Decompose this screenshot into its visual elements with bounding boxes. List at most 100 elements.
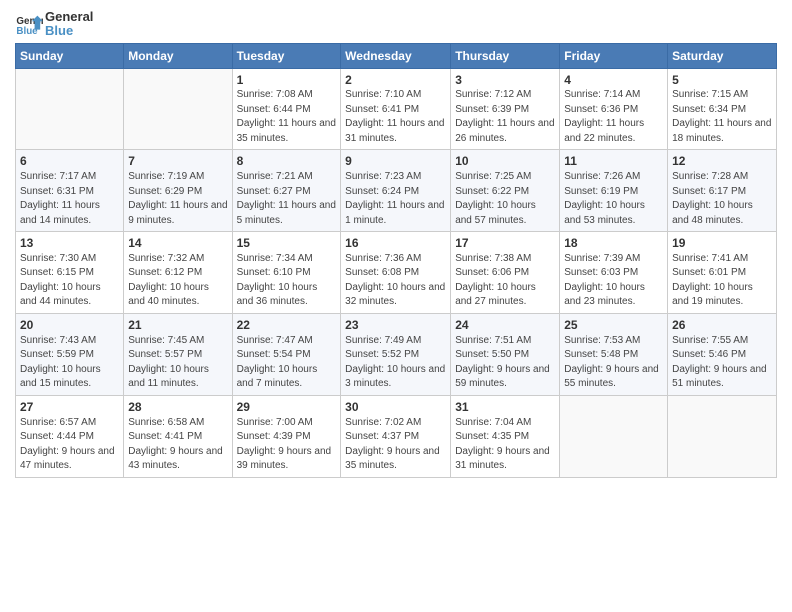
day-info: Sunrise: 7:23 AMSunset: 6:24 PMDaylight:… [345, 170, 446, 228]
day-info: Sunrise: 7:34 AMSunset: 6:10 PMDaylight:… [237, 252, 337, 310]
calendar-cell: 8Sunrise: 7:21 AMSunset: 6:27 PMDaylight… [232, 150, 341, 232]
calendar-cell: 17Sunrise: 7:38 AMSunset: 6:06 PMDayligh… [451, 232, 560, 314]
day-info: Sunrise: 6:57 AMSunset: 4:44 PMDaylight:… [20, 416, 119, 474]
day-info: Sunrise: 7:21 AMSunset: 6:27 PMDaylight:… [237, 170, 337, 228]
day-number: 31 [455, 399, 555, 416]
calendar-cell: 31Sunrise: 7:04 AMSunset: 4:35 PMDayligh… [451, 395, 560, 477]
day-info: Sunrise: 7:26 AMSunset: 6:19 PMDaylight:… [564, 170, 663, 228]
day-info: Sunrise: 7:45 AMSunset: 5:57 PMDaylight:… [128, 334, 227, 392]
calendar-cell: 27Sunrise: 6:57 AMSunset: 4:44 PMDayligh… [16, 395, 124, 477]
logo: General Blue General Blue [15, 10, 93, 39]
day-number: 9 [345, 153, 446, 170]
day-number: 28 [128, 399, 227, 416]
day-number: 15 [237, 235, 337, 252]
calendar-cell: 15Sunrise: 7:34 AMSunset: 6:10 PMDayligh… [232, 232, 341, 314]
day-number: 21 [128, 317, 227, 334]
calendar-cell: 12Sunrise: 7:28 AMSunset: 6:17 PMDayligh… [668, 150, 777, 232]
day-number: 1 [237, 72, 337, 89]
calendar-cell: 14Sunrise: 7:32 AMSunset: 6:12 PMDayligh… [124, 232, 232, 314]
day-info: Sunrise: 7:32 AMSunset: 6:12 PMDaylight:… [128, 252, 227, 310]
calendar-cell [16, 68, 124, 150]
day-info: Sunrise: 6:58 AMSunset: 4:41 PMDaylight:… [128, 416, 227, 474]
column-header-thursday: Thursday [451, 43, 560, 68]
day-info: Sunrise: 7:55 AMSunset: 5:46 PMDaylight:… [672, 334, 772, 392]
logo-icon: General Blue [15, 10, 43, 38]
day-number: 8 [237, 153, 337, 170]
calendar-cell: 26Sunrise: 7:55 AMSunset: 5:46 PMDayligh… [668, 313, 777, 395]
day-number: 10 [455, 153, 555, 170]
logo-line2: Blue [45, 24, 93, 38]
day-number: 11 [564, 153, 663, 170]
day-number: 30 [345, 399, 446, 416]
day-info: Sunrise: 7:08 AMSunset: 6:44 PMDaylight:… [237, 88, 337, 146]
day-info: Sunrise: 7:49 AMSunset: 5:52 PMDaylight:… [345, 334, 446, 392]
day-number: 29 [237, 399, 337, 416]
day-number: 17 [455, 235, 555, 252]
calendar-cell: 18Sunrise: 7:39 AMSunset: 6:03 PMDayligh… [560, 232, 668, 314]
calendar-cell: 16Sunrise: 7:36 AMSunset: 6:08 PMDayligh… [341, 232, 451, 314]
day-number: 12 [672, 153, 772, 170]
column-header-monday: Monday [124, 43, 232, 68]
column-header-friday: Friday [560, 43, 668, 68]
day-number: 18 [564, 235, 663, 252]
day-number: 26 [672, 317, 772, 334]
calendar-cell: 21Sunrise: 7:45 AMSunset: 5:57 PMDayligh… [124, 313, 232, 395]
day-info: Sunrise: 7:41 AMSunset: 6:01 PMDaylight:… [672, 252, 772, 310]
day-info: Sunrise: 7:10 AMSunset: 6:41 PMDaylight:… [345, 88, 446, 146]
day-number: 19 [672, 235, 772, 252]
day-info: Sunrise: 7:04 AMSunset: 4:35 PMDaylight:… [455, 416, 555, 474]
calendar-cell: 6Sunrise: 7:17 AMSunset: 6:31 PMDaylight… [16, 150, 124, 232]
day-info: Sunrise: 7:02 AMSunset: 4:37 PMDaylight:… [345, 416, 446, 474]
day-number: 25 [564, 317, 663, 334]
day-number: 13 [20, 235, 119, 252]
day-info: Sunrise: 7:14 AMSunset: 6:36 PMDaylight:… [564, 88, 663, 146]
calendar-cell: 25Sunrise: 7:53 AMSunset: 5:48 PMDayligh… [560, 313, 668, 395]
day-number: 7 [128, 153, 227, 170]
calendar-cell: 20Sunrise: 7:43 AMSunset: 5:59 PMDayligh… [16, 313, 124, 395]
day-info: Sunrise: 7:19 AMSunset: 6:29 PMDaylight:… [128, 170, 227, 228]
day-number: 24 [455, 317, 555, 334]
calendar-cell: 1Sunrise: 7:08 AMSunset: 6:44 PMDaylight… [232, 68, 341, 150]
calendar-cell: 9Sunrise: 7:23 AMSunset: 6:24 PMDaylight… [341, 150, 451, 232]
calendar-cell: 3Sunrise: 7:12 AMSunset: 6:39 PMDaylight… [451, 68, 560, 150]
calendar-cell: 19Sunrise: 7:41 AMSunset: 6:01 PMDayligh… [668, 232, 777, 314]
calendar-cell: 13Sunrise: 7:30 AMSunset: 6:15 PMDayligh… [16, 232, 124, 314]
calendar-cell: 28Sunrise: 6:58 AMSunset: 4:41 PMDayligh… [124, 395, 232, 477]
calendar-cell: 30Sunrise: 7:02 AMSunset: 4:37 PMDayligh… [341, 395, 451, 477]
column-header-wednesday: Wednesday [341, 43, 451, 68]
day-info: Sunrise: 7:43 AMSunset: 5:59 PMDaylight:… [20, 334, 119, 392]
day-info: Sunrise: 7:39 AMSunset: 6:03 PMDaylight:… [564, 252, 663, 310]
calendar-cell [124, 68, 232, 150]
calendar-cell: 22Sunrise: 7:47 AMSunset: 5:54 PMDayligh… [232, 313, 341, 395]
day-number: 20 [20, 317, 119, 334]
calendar-cell: 2Sunrise: 7:10 AMSunset: 6:41 PMDaylight… [341, 68, 451, 150]
day-number: 3 [455, 72, 555, 89]
day-info: Sunrise: 7:36 AMSunset: 6:08 PMDaylight:… [345, 252, 446, 310]
calendar-cell: 29Sunrise: 7:00 AMSunset: 4:39 PMDayligh… [232, 395, 341, 477]
day-info: Sunrise: 7:51 AMSunset: 5:50 PMDaylight:… [455, 334, 555, 392]
calendar-cell [668, 395, 777, 477]
calendar-cell: 11Sunrise: 7:26 AMSunset: 6:19 PMDayligh… [560, 150, 668, 232]
logo-line1: General [45, 10, 93, 24]
day-number: 2 [345, 72, 446, 89]
calendar-cell: 23Sunrise: 7:49 AMSunset: 5:52 PMDayligh… [341, 313, 451, 395]
day-number: 16 [345, 235, 446, 252]
day-info: Sunrise: 7:30 AMSunset: 6:15 PMDaylight:… [20, 252, 119, 310]
day-number: 14 [128, 235, 227, 252]
column-header-sunday: Sunday [16, 43, 124, 68]
calendar-cell: 5Sunrise: 7:15 AMSunset: 6:34 PMDaylight… [668, 68, 777, 150]
column-header-tuesday: Tuesday [232, 43, 341, 68]
day-number: 4 [564, 72, 663, 89]
day-info: Sunrise: 7:28 AMSunset: 6:17 PMDaylight:… [672, 170, 772, 228]
day-info: Sunrise: 7:17 AMSunset: 6:31 PMDaylight:… [20, 170, 119, 228]
column-header-saturday: Saturday [668, 43, 777, 68]
calendar-cell [560, 395, 668, 477]
calendar-cell: 10Sunrise: 7:25 AMSunset: 6:22 PMDayligh… [451, 150, 560, 232]
day-info: Sunrise: 7:47 AMSunset: 5:54 PMDaylight:… [237, 334, 337, 392]
day-info: Sunrise: 7:25 AMSunset: 6:22 PMDaylight:… [455, 170, 555, 228]
day-number: 23 [345, 317, 446, 334]
calendar-table: SundayMondayTuesdayWednesdayThursdayFrid… [15, 43, 777, 478]
calendar-cell: 4Sunrise: 7:14 AMSunset: 6:36 PMDaylight… [560, 68, 668, 150]
day-number: 5 [672, 72, 772, 89]
day-info: Sunrise: 7:15 AMSunset: 6:34 PMDaylight:… [672, 88, 772, 146]
